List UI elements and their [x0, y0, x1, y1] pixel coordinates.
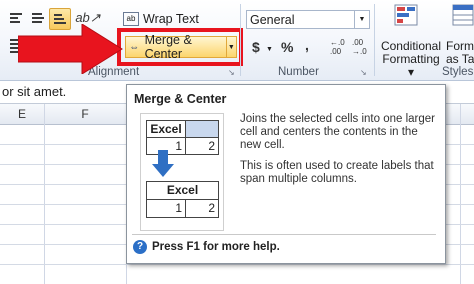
- decrease-decimal-button[interactable]: .00 →.0: [352, 38, 372, 56]
- format-as-table-button[interactable]: Form as Tab: [446, 40, 474, 66]
- group-separator: [240, 4, 241, 76]
- percent-button[interactable]: %: [281, 39, 293, 55]
- preview-cell-after-label: Excel: [146, 181, 219, 200]
- preview-cell-selected: [185, 120, 219, 138]
- chevron-down-icon[interactable]: ▼: [266, 46, 273, 53]
- format-as-table-line2: as Tab: [446, 52, 474, 66]
- number-format-select[interactable]: General ▼: [246, 10, 370, 29]
- preview-cell-after-value-1: 1: [146, 199, 186, 218]
- grid-line: [44, 104, 45, 284]
- format-as-table-icon: [452, 4, 474, 28]
- formula-bar-text: or sit amet.: [2, 84, 67, 99]
- preview-cell-before-value-2: 2: [185, 137, 219, 155]
- preview-cell-before-label: Excel: [146, 120, 186, 138]
- red-arrow-icon: [18, 24, 123, 74]
- preview-cell-after-value-2: 2: [185, 199, 219, 218]
- chevron-down-icon[interactable]: ▼: [354, 11, 369, 28]
- conditional-formatting-icon: [394, 4, 420, 28]
- highlight-box: [117, 28, 243, 66]
- tooltip-help-text: Press F1 for more help.: [152, 241, 280, 253]
- wrap-text-button[interactable]: ab Wrap Text: [123, 10, 199, 28]
- tooltip-divider: [132, 234, 436, 235]
- dialog-launcher-icon[interactable]: ↘: [228, 68, 235, 77]
- grid-line: [0, 264, 474, 265]
- group-separator: [374, 4, 375, 76]
- comma-button[interactable]: ,: [305, 37, 309, 53]
- number-format-value: General: [250, 12, 295, 27]
- column-header-e[interactable]: E: [0, 104, 44, 124]
- conditional-formatting-line2: Formatting ▾: [382, 52, 440, 79]
- conditional-formatting-button[interactable]: Conditional Formatting ▾: [380, 40, 442, 79]
- column-header-f[interactable]: F: [44, 104, 126, 124]
- tooltip-description: This is often used to create labels that…: [240, 160, 434, 185]
- wrap-text-label: Wrap Text: [143, 12, 199, 26]
- number-group-label: Number: [278, 66, 319, 78]
- help-icon: ?: [133, 240, 147, 254]
- down-arrow-icon: [152, 150, 174, 177]
- styles-group-label: Styles: [442, 66, 474, 78]
- tooltip-title: Merge & Center: [134, 92, 227, 106]
- grid-line: [460, 104, 461, 284]
- tooltip-description: Joins the selected cells into one larger…: [240, 113, 435, 151]
- currency-button[interactable]: $: [252, 39, 260, 55]
- dialog-launcher-icon[interactable]: ↘: [360, 68, 367, 77]
- increase-decimal-button[interactable]: ←.0 .00: [330, 38, 350, 56]
